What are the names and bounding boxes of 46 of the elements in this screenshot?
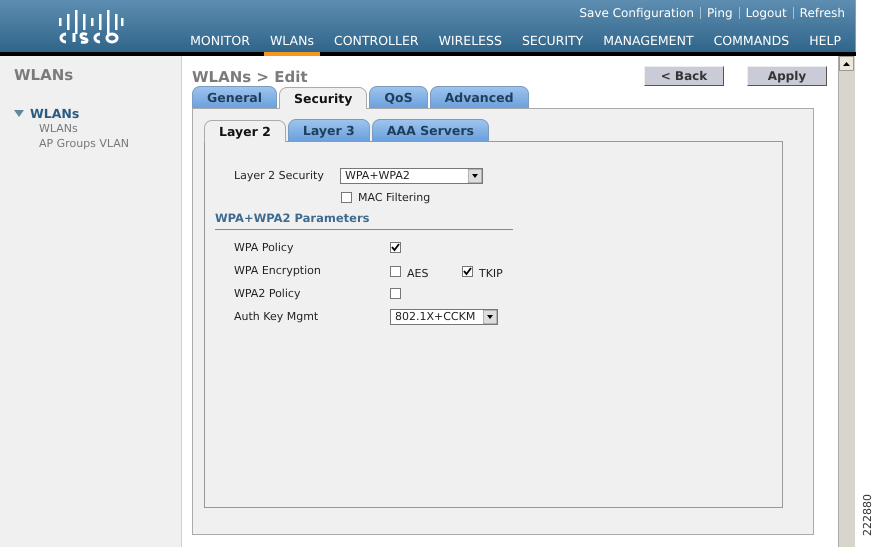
figure-number: 222880: [862, 494, 874, 536]
sidebar-item[interactable]: WLANs: [39, 122, 78, 135]
sidebar-section[interactable]: WLANs: [30, 106, 80, 121]
field-label: Auth Key Mgmt: [233, 310, 320, 323]
tab[interactable]: Layer 3: [288, 119, 370, 141]
field-label: WPA2 Policy: [233, 287, 302, 300]
sidebar-item[interactable]: AP Groups VLAN: [39, 137, 130, 150]
tab[interactable]: Layer 2: [204, 120, 286, 142]
menu-tab[interactable]: WIRELESS: [432, 33, 508, 56]
menu-tab[interactable]: COMMANDS: [708, 33, 796, 56]
header-link[interactable]: Save Configuration: [579, 6, 694, 20]
checkbox-label: MAC Filtering: [358, 190, 430, 204]
checkbox-label: AES: [407, 267, 428, 280]
field-label: Layer 2 Security: [233, 169, 325, 182]
tab[interactable]: Advanced: [430, 86, 529, 108]
header-link[interactable]: Logout: [746, 6, 787, 20]
field-label: WPA Policy: [233, 241, 294, 254]
menu-tab[interactable]: CONTROLLER: [328, 33, 425, 56]
dropdown-arrow-icon[interactable]: [483, 310, 497, 324]
tab[interactable]: QoS: [369, 86, 428, 108]
tab[interactable]: General: [192, 86, 277, 108]
header-link[interactable]: Ping: [707, 6, 733, 20]
checkbox[interactable]: [341, 192, 352, 202]
checkbox[interactable]: [390, 288, 401, 299]
header-link[interactable]: Refresh: [800, 6, 845, 20]
action-button[interactable]: < Back: [644, 66, 724, 86]
dropdown-arrow-icon[interactable]: [468, 168, 482, 182]
menu-tab[interactable]: MONITOR: [184, 33, 256, 56]
sidebar-title: WLANs: [14, 66, 74, 84]
checkbox[interactable]: [390, 242, 401, 253]
action-button[interactable]: Apply: [747, 66, 827, 86]
menu-tab[interactable]: MANAGEMENT: [597, 33, 700, 56]
dropdown[interactable]: 802.1X+CCKM: [390, 308, 498, 324]
scroll-up-icon[interactable]: [839, 56, 854, 71]
tab[interactable]: AAA Servers: [372, 119, 489, 141]
checkbox[interactable]: [462, 266, 473, 277]
expand-icon[interactable]: [14, 110, 24, 118]
page-title: WLANs > Edit: [192, 68, 308, 86]
menu-tab[interactable]: HELP: [803, 33, 847, 56]
section-title: WPA+WPA2 Parameters: [215, 211, 513, 230]
field-label: WPA Encryption: [233, 264, 322, 277]
tab[interactable]: Security: [279, 87, 368, 109]
checkbox[interactable]: [390, 266, 401, 277]
menu-tab[interactable]: SECURITY: [516, 33, 590, 56]
dropdown[interactable]: WPA+WPA2: [340, 168, 483, 184]
checkbox-label: TKIP: [479, 267, 503, 280]
